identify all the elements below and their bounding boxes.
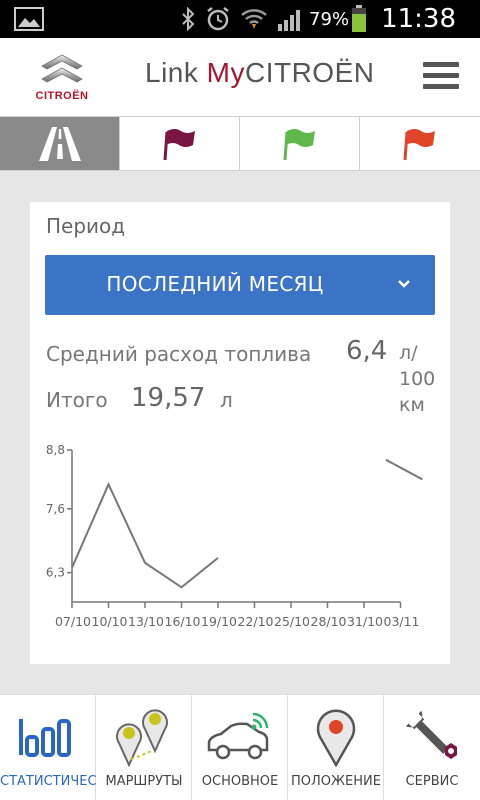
road-icon <box>38 126 81 161</box>
nav-label: ПОЛОЖЕНИЕ <box>291 774 381 789</box>
nav-label: МАРШРУТЫ <box>105 774 183 789</box>
nav-statistics[interactable]: СТАТИСТИЧЕС <box>0 695 96 800</box>
total-unit: л <box>220 388 233 412</box>
total-label: Итого <box>46 388 108 412</box>
flag-red-icon <box>403 128 435 160</box>
filter-tabs <box>0 116 480 171</box>
tab-flag-red[interactable] <box>360 117 480 170</box>
period-value: ПОСЛЕДНИЙ МЕСЯЦ <box>106 272 324 296</box>
x-tick-label: 25/10 <box>274 615 310 629</box>
alarm-icon <box>207 7 229 31</box>
nav-label: СТАТИСТИЧЕС <box>0 774 96 789</box>
fuel-chart: 8,87,66,307/10 10/10 13/10 16/10 19/10 22/10 2… <box>46 443 423 629</box>
tab-road[interactable] <box>0 117 120 170</box>
y-tick-label: 7,6 <box>46 502 65 516</box>
nav-service[interactable]: СЕРВИС <box>384 695 480 800</box>
flag-green-icon <box>283 128 315 160</box>
location-pin-icon <box>316 709 356 767</box>
period-dropdown[interactable]: ПОСЛЕДНИЙ МЕСЯЦ <box>45 255 435 315</box>
gallery-icon <box>14 7 44 31</box>
stats-card: Период ПОСЛЕДНИЙ МЕСЯЦ Средний расход то… <box>30 202 450 664</box>
statistics-icon <box>19 719 71 757</box>
chevrons-icon <box>41 54 83 83</box>
bottom-nav: СТАТИСТИЧЕС МАРШРУТЫ ОСНОВНОЕ ПОЛОЖЕНИЕ … <box>0 694 480 800</box>
avg-consumption-unit: л/ 100 км <box>399 342 436 416</box>
x-tick-label: 13/10 <box>128 615 164 629</box>
citroen-logo[interactable]: CITROËN <box>24 52 100 108</box>
brand-suffix: CITROËN <box>244 57 375 88</box>
app-title: Link MyCITROËN <box>145 57 374 89</box>
routes-icon <box>116 709 168 767</box>
x-tick-label: 22/10 <box>238 615 274 629</box>
brand-my: My <box>206 57 245 88</box>
nav-position[interactable]: ПОЛОЖЕНИЕ <box>288 695 384 800</box>
clock: 11:38 <box>381 4 456 34</box>
battery-percent: 79% <box>309 8 350 30</box>
x-tick-label: 16/10 <box>165 615 201 629</box>
series-line <box>71 481 219 589</box>
car-wifi-icon <box>207 712 269 760</box>
period-label: Период <box>46 214 126 238</box>
x-tick-label: 31/10 <box>347 615 383 629</box>
avg-consumption-label: Средний расход топлива <box>46 342 312 366</box>
x-tick-label: 10/10 <box>92 615 128 629</box>
bluetooth-icon <box>182 7 195 31</box>
app-header: CITROËN Link MyCITROËN <box>0 38 480 116</box>
tab-flag-purple[interactable] <box>120 117 240 170</box>
nav-main[interactable]: ОСНОВНОЕ <box>192 695 288 800</box>
brand-prefix: Link <box>145 57 207 88</box>
signal-icon <box>278 10 301 31</box>
series-line <box>385 458 423 481</box>
battery-icon <box>352 5 367 32</box>
nav-label: ОСНОВНОЕ <box>201 774 279 789</box>
tab-flag-green[interactable] <box>240 117 360 170</box>
status-icons: 79% 11:38 <box>171 0 480 38</box>
nav-routes[interactable]: МАРШРУТЫ <box>96 695 192 800</box>
logo-text: CITROËN <box>35 90 89 102</box>
avg-consumption-value: 6,4 <box>346 336 388 366</box>
total-value: 19,57 <box>131 383 206 413</box>
x-tick-label: 03/11 <box>384 615 420 629</box>
status-bar: 79% 11:38 <box>0 0 480 38</box>
y-tick-label: 6,3 <box>46 566 65 580</box>
x-tick-label: 28/10 <box>311 615 347 629</box>
y-tick-label: 8,8 <box>46 443 65 457</box>
wrench-icon <box>405 710 457 759</box>
menu-button[interactable] <box>423 62 459 92</box>
wifi-icon <box>241 9 267 29</box>
menu-bar <box>423 84 459 89</box>
nav-label: СЕРВИС <box>405 774 459 789</box>
flag-purple-icon <box>163 128 195 160</box>
x-tick-label: 07/10 <box>55 615 91 629</box>
menu-bar <box>423 62 459 67</box>
chevron-down-icon <box>398 280 410 288</box>
x-tick-label: 19/10 <box>201 615 237 629</box>
menu-bar <box>423 73 459 78</box>
